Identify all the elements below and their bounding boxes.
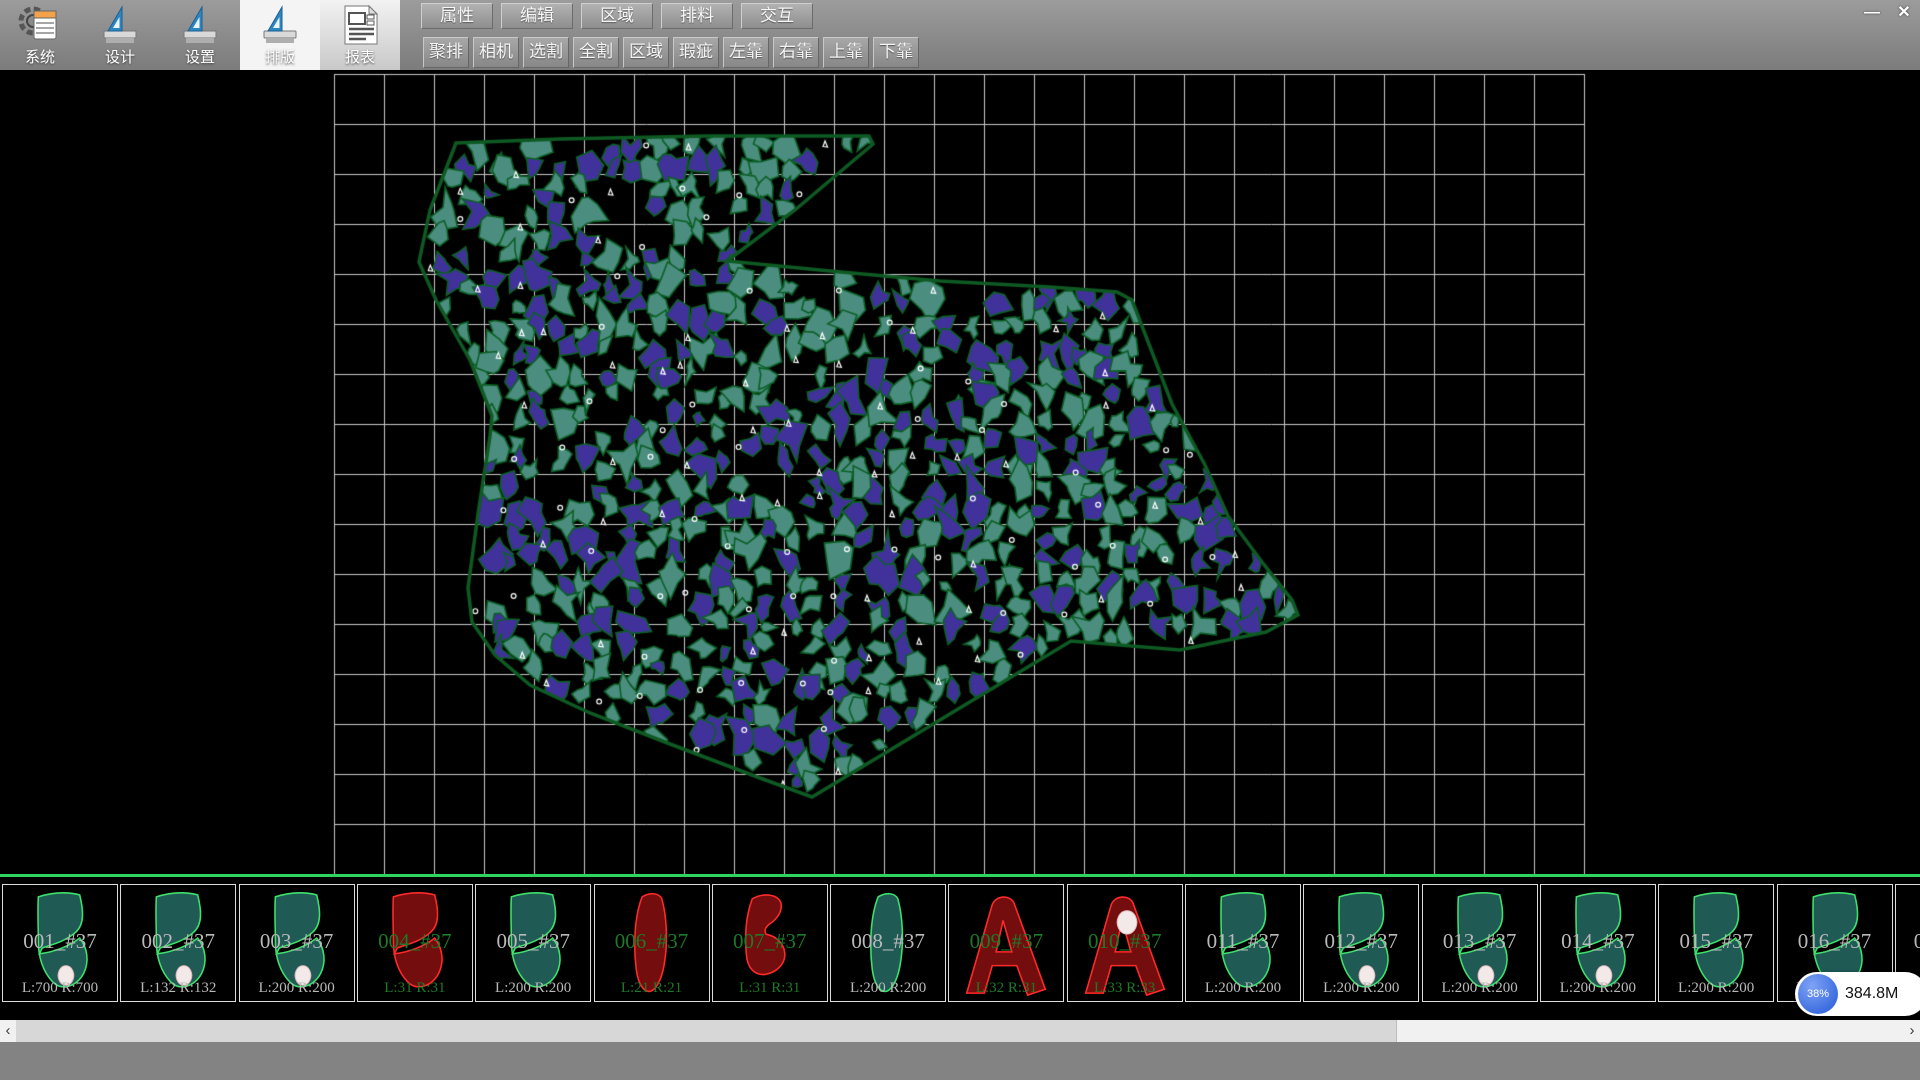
piece-lr-count: L:200 R:200: [831, 980, 945, 997]
tool-button-5[interactable]: 区域: [623, 37, 669, 68]
piece-thumbnail[interactable]: 008_#37 L:200 R:200: [830, 884, 946, 1002]
piece-lr-count: L:32 R:31: [949, 980, 1063, 997]
tool-button-7[interactable]: 左靠: [723, 37, 769, 68]
top-toolbar: 系统设计设置排版报表 属性编辑区域排料交互 聚排相机选割全割区域瑕疵左靠右靠上靠…: [0, 0, 1920, 70]
report-icon: [338, 3, 382, 47]
piece-thumbnail[interactable]: 001_#37 L:700 R:700: [2, 884, 118, 1002]
app-tab-3[interactable]: 设置: [160, 0, 240, 70]
piece-id-label: 004_#37: [358, 929, 472, 954]
piece-thumbnail[interactable]: 004_#37 L:31 R:31: [357, 884, 473, 1002]
piece-lr-count: L:200 R:200: [476, 980, 590, 997]
close-button[interactable]: ✕: [1890, 3, 1918, 23]
piece-id-label: 006_#37: [595, 929, 709, 954]
memory-percent-indicator: 38%: [1798, 974, 1838, 1014]
piece-id-label: 015_#37: [1659, 929, 1773, 954]
piece-thumbnail[interactable]: 009_#37 L:32 R:31: [948, 884, 1064, 1002]
piece-lr-count: L:200 R:200: [1304, 980, 1418, 997]
piece-lr-count: L:200 R:200: [1541, 980, 1655, 997]
horizontal-scrollbar[interactable]: ‹ ›: [0, 1020, 1920, 1042]
piece-thumbnail[interactable]: 005_#37 L:200 R:200: [475, 884, 591, 1002]
app-tab-1[interactable]: 系统: [0, 0, 80, 70]
app-tab-label: 设置: [160, 46, 240, 67]
piece-thumbnail-strip: 001_#37L:700 R:700002_#37L:132 R:132003_…: [0, 877, 1920, 1020]
tool-button-6[interactable]: 瑕疵: [673, 37, 719, 68]
layout-icon: [258, 3, 302, 47]
piece-id-label: 016_#37: [1778, 929, 1892, 954]
piece-thumbnail[interactable]: 013_#37 L:200 R:200: [1422, 884, 1538, 1002]
scroll-right-icon[interactable]: ›: [1904, 1020, 1920, 1042]
piece-thumbnail[interactable]: 010_#37 L:33 R:33: [1067, 884, 1183, 1002]
piece-id-label: 009_#37: [949, 929, 1063, 954]
piece-id-label: 001_#37: [3, 929, 117, 954]
system-icon: [18, 3, 62, 47]
nesting-canvas[interactable]: [0, 70, 1920, 874]
tool-button-1[interactable]: 聚排: [423, 37, 469, 68]
tool-button-8[interactable]: 右靠: [773, 37, 819, 68]
tool-button-2[interactable]: 相机: [473, 37, 519, 68]
menu-button-4[interactable]: 排料: [661, 3, 733, 29]
piece-id-label: 005_#37: [476, 929, 590, 954]
app-tab-label: 系统: [0, 46, 80, 67]
app-tab-label: 报表: [320, 46, 400, 67]
piece-id-label: 008_#37: [831, 929, 945, 954]
piece-thumbnail[interactable]: 015_#37 L:200 R:200: [1658, 884, 1774, 1002]
settings-icon: [178, 3, 222, 47]
menu-button-3[interactable]: 区域: [581, 3, 653, 29]
menu-button-5[interactable]: 交互: [741, 3, 813, 29]
piece-id-label: 014_#37: [1541, 929, 1655, 954]
piece-thumbnail[interactable]: 014_#37 L:200 R:200: [1540, 884, 1656, 1002]
piece-lr-count: L:200 R:200: [1659, 980, 1773, 997]
tool-button-4[interactable]: 全割: [573, 37, 619, 68]
menu-button-2[interactable]: 编辑: [501, 3, 573, 29]
app-tab-label: 排版: [240, 46, 320, 67]
window-bottom-edge: [0, 1042, 1920, 1080]
app-tab-5[interactable]: 报表: [320, 0, 400, 70]
scroll-left-icon[interactable]: ‹: [0, 1020, 16, 1042]
memory-size-label: 384.8M: [1845, 972, 1898, 1016]
piece-lr-count: L:700 R:700: [3, 980, 117, 997]
piece-id-label: 002_#37: [121, 929, 235, 954]
piece-id-label: 012_#37: [1304, 929, 1418, 954]
piece-lr-count: L:31 R:31: [713, 980, 827, 997]
piece-lr-count: L:200 R:200: [1186, 980, 1300, 997]
piece-id-label: 010_#37: [1068, 929, 1182, 954]
piece-lr-count: L:33 R:33: [1068, 980, 1182, 997]
tool-button-10[interactable]: 下靠: [873, 37, 919, 68]
piece-id-label: 011_#37: [1186, 929, 1300, 954]
tool-button-9[interactable]: 上靠: [823, 37, 869, 68]
piece-lr-count: L:200 R:200: [240, 980, 354, 997]
piece-lr-count: L:31 R:31: [358, 980, 472, 997]
app-tab-4[interactable]: 排版: [240, 0, 320, 70]
menu-button-1[interactable]: 属性: [421, 3, 493, 29]
scrollbar-thumb[interactable]: [16, 1020, 1397, 1042]
piece-thumbnail[interactable]: 007_#37 L:31 R:31: [712, 884, 828, 1002]
piece-id-label: 013_#37: [1423, 929, 1537, 954]
piece-lr-count: L:21 R:21: [595, 980, 709, 997]
app-tab-2[interactable]: 设计: [80, 0, 160, 70]
app-tab-label: 设计: [80, 46, 160, 67]
piece-id-label: 007_#37: [713, 929, 827, 954]
piece-lr-count: L:200 R:200: [1423, 980, 1537, 997]
piece-id-label: 003_#37: [240, 929, 354, 954]
piece-id-label: 0: [1896, 929, 1920, 954]
piece-thumbnail[interactable]: 012_#37 L:200 R:200: [1303, 884, 1419, 1002]
piece-lr-count: L:132 R:132: [121, 980, 235, 997]
memory-badge: 38% 384.8M: [1795, 972, 1920, 1016]
piece-thumbnail[interactable]: 003_#37 L:200 R:200: [239, 884, 355, 1002]
tool-button-3[interactable]: 选割: [523, 37, 569, 68]
piece-thumbnail[interactable]: 011_#37 L:200 R:200: [1185, 884, 1301, 1002]
piece-thumbnail[interactable]: 006_#37 L:21 R:21: [594, 884, 710, 1002]
minimize-button[interactable]: —: [1858, 3, 1886, 23]
design-icon: [98, 3, 142, 47]
piece-thumbnail[interactable]: 002_#37 L:132 R:132: [120, 884, 236, 1002]
